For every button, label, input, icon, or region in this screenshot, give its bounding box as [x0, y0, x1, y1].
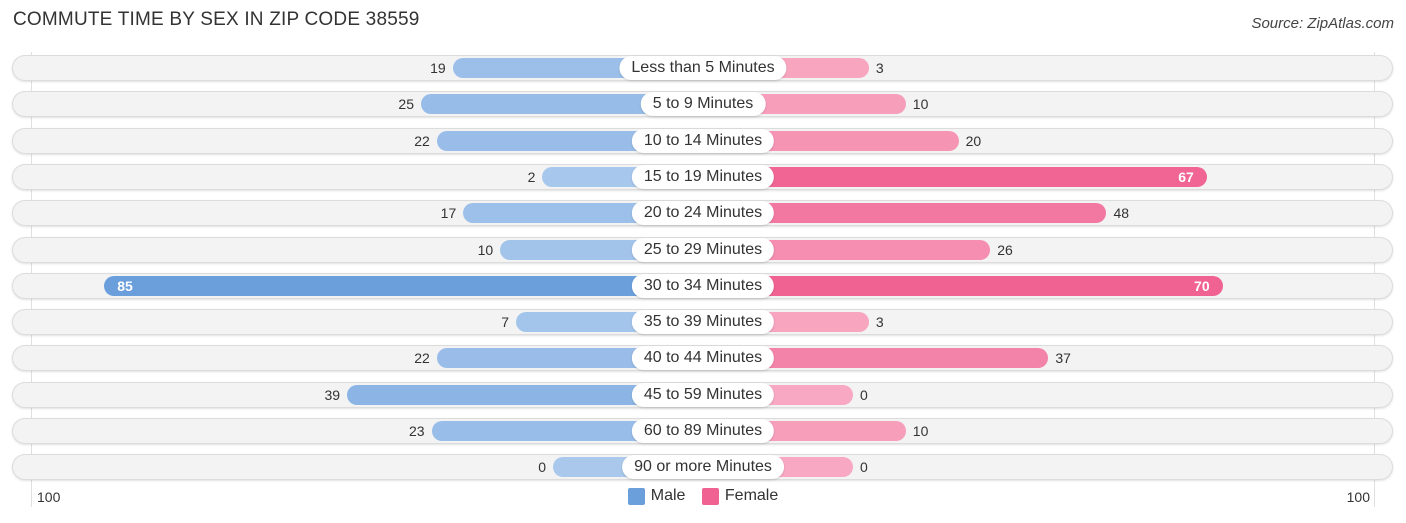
legend-item-male[interactable]: Male	[627, 487, 686, 505]
female-value-label: 26	[997, 241, 1013, 258]
male-value-label: 85	[117, 277, 133, 294]
male-value-label: 7	[501, 314, 510, 331]
female-value-label: 20	[965, 132, 982, 149]
male-value-label: 22	[414, 350, 430, 367]
category-label: 20 to 24 Minutes	[631, 201, 775, 226]
male-bar[interactable]	[104, 275, 703, 296]
male-value-label: 19	[430, 60, 446, 76]
category-label: 25 to 29 Minutes	[631, 237, 775, 262]
male-value-label: 10	[477, 241, 494, 258]
category-label: 40 to 44 Minutes	[631, 346, 775, 371]
category-label: Less than 5 Minutes	[619, 56, 787, 80]
category-label: 90 or more Minutes	[622, 455, 784, 480]
male-value-label: 39	[324, 386, 341, 403]
female-value-label: 3	[875, 314, 884, 331]
male-value-label: 25	[398, 96, 414, 113]
category-label: 5 to 9 Minutes	[640, 92, 766, 117]
male-value-label: 17	[440, 205, 457, 222]
male-swatch	[627, 487, 645, 505]
female-value-label: 3	[875, 60, 884, 76]
female-value-label: 0	[860, 459, 868, 476]
legend-label-male: Male	[650, 487, 686, 504]
female-value-label: 70	[1194, 277, 1210, 294]
female-value-label: 48	[1113, 205, 1130, 222]
female-bar[interactable]	[703, 166, 1207, 187]
male-value-label: 22	[414, 132, 430, 149]
male-value-label: 2	[527, 168, 536, 185]
legend-item-female[interactable]: Female	[701, 487, 779, 505]
legend-label-female: Female	[724, 487, 779, 504]
female-swatch	[701, 487, 719, 505]
category-label: 45 to 59 Minutes	[631, 382, 775, 407]
female-value-label: 37	[1055, 350, 1071, 367]
category-label: 35 to 39 Minutes	[631, 310, 775, 335]
category-label: 30 to 34 Minutes	[631, 273, 775, 298]
legend: Male Female	[0, 487, 1406, 510]
female-value-label: 0	[860, 386, 868, 403]
chart-area: 19 3 Less than 5 Minutes 25 10 5 to 9 Minutes…	[0, 0, 1406, 523]
category-label: 15 to 19 Minutes	[631, 164, 775, 189]
male-value-label: 0	[538, 459, 546, 476]
female-value-label: 10	[912, 423, 929, 439]
male-value-label: 23	[408, 423, 425, 439]
category-label: 60 to 89 Minutes	[631, 419, 775, 443]
category-label: 10 to 14 Minutes	[631, 128, 775, 153]
female-value-label: 67	[1178, 168, 1194, 185]
female-value-label: 10	[912, 96, 929, 113]
female-bar[interactable]	[703, 275, 1223, 296]
